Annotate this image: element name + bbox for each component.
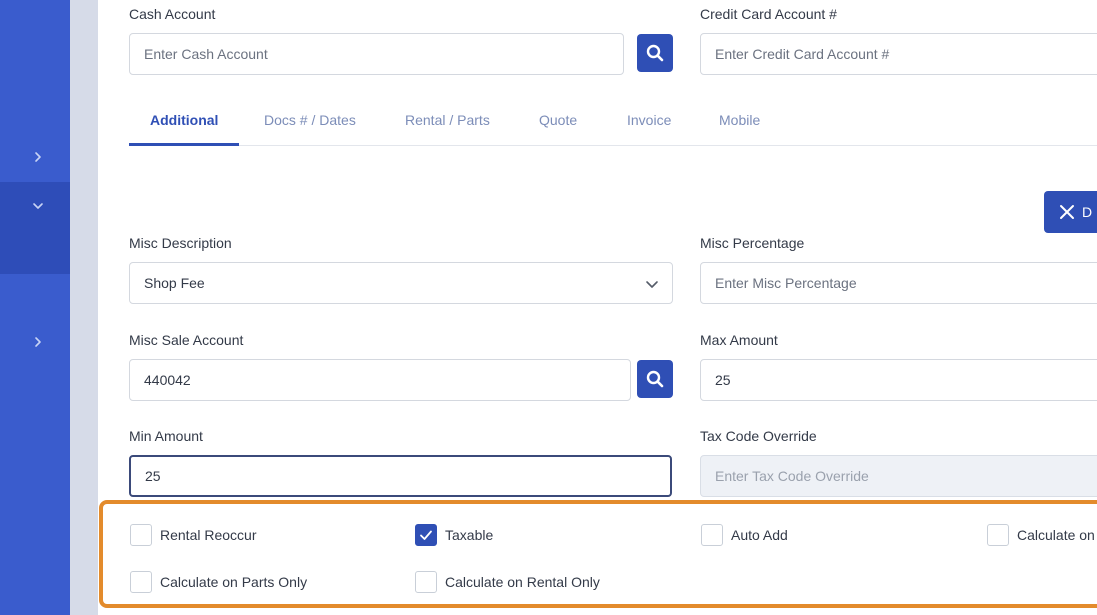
- checkbox-box[interactable]: [130, 524, 152, 546]
- check-icon: [420, 530, 432, 540]
- auto-add-checkbox[interactable]: Auto Add: [701, 524, 788, 546]
- misc-sale-account-input[interactable]: 440042: [129, 359, 631, 401]
- misc-percentage-label: Misc Percentage: [700, 235, 805, 251]
- checkbox-box[interactable]: [415, 571, 437, 593]
- calculate-on-checkbox[interactable]: Calculate on: [987, 524, 1095, 546]
- tab-docs-dates[interactable]: Docs # / Dates: [264, 112, 356, 128]
- sidebar-active-section: [0, 182, 70, 274]
- checkbox-box[interactable]: [130, 571, 152, 593]
- tab-invoice[interactable]: Invoice: [627, 112, 671, 128]
- chevron-right-icon[interactable]: [31, 335, 45, 349]
- rental-reoccur-checkbox[interactable]: Rental Reoccur: [130, 524, 257, 546]
- tab-quote[interactable]: Quote: [539, 112, 577, 128]
- cash-account-label: Cash Account: [129, 6, 216, 22]
- chevron-down-icon[interactable]: [31, 199, 45, 213]
- calculate-on-rental-only-label: Calculate on Rental Only: [445, 574, 600, 590]
- content-gutter: [70, 0, 98, 615]
- delete-button-label: D: [1082, 204, 1093, 220]
- credit-card-account-label: Credit Card Account #: [700, 6, 837, 22]
- calculate-on-rental-only-checkbox[interactable]: Calculate on Rental Only: [415, 571, 600, 593]
- options-checkbox-panel: Rental Reoccur Taxable Auto Add Calculat…: [99, 500, 1097, 608]
- misc-sale-account-search-button[interactable]: [637, 360, 673, 398]
- cash-account-input[interactable]: Enter Cash Account: [129, 33, 624, 75]
- calculate-on-parts-only-checkbox[interactable]: Calculate on Parts Only: [130, 571, 307, 593]
- misc-description-select[interactable]: Shop Fee: [129, 262, 673, 304]
- close-icon: [1060, 205, 1074, 219]
- rental-reoccur-label: Rental Reoccur: [160, 527, 257, 543]
- taxable-checkbox[interactable]: Taxable: [415, 524, 493, 546]
- misc-sale-account-label: Misc Sale Account: [129, 332, 244, 348]
- auto-add-label: Auto Add: [731, 527, 788, 543]
- checkbox-box[interactable]: [701, 524, 723, 546]
- taxable-label: Taxable: [445, 527, 494, 543]
- max-amount-label: Max Amount: [700, 332, 778, 348]
- cash-account-search-button[interactable]: [637, 34, 673, 72]
- tax-code-override-input[interactable]: Enter Tax Code Override: [700, 455, 1097, 497]
- checkbox-box[interactable]: [987, 524, 1009, 546]
- sidebar: [0, 0, 70, 615]
- credit-card-account-input[interactable]: Enter Credit Card Account #: [700, 33, 1097, 75]
- chevron-right-icon[interactable]: [31, 150, 45, 164]
- tab-mobile[interactable]: Mobile: [719, 112, 760, 128]
- tax-code-override-label: Tax Code Override: [700, 428, 817, 444]
- search-icon: [646, 44, 664, 62]
- misc-description-label: Misc Description: [129, 235, 232, 251]
- misc-percentage-input[interactable]: Enter Misc Percentage: [700, 262, 1097, 304]
- search-icon: [646, 370, 664, 388]
- tab-additional[interactable]: Additional: [150, 112, 218, 128]
- tab-rental-parts[interactable]: Rental / Parts: [405, 112, 490, 128]
- max-amount-input[interactable]: 25: [700, 359, 1097, 401]
- checkbox-box[interactable]: [415, 524, 437, 546]
- tab-bar: Additional Docs # / Dates Rental / Parts…: [129, 102, 1097, 146]
- misc-description-value: Shop Fee: [144, 275, 205, 291]
- form-panel: Cash Account Enter Cash Account Credit C…: [98, 0, 1097, 615]
- calculate-on-parts-only-label: Calculate on Parts Only: [160, 574, 308, 590]
- delete-button[interactable]: D: [1044, 191, 1097, 233]
- min-amount-label: Min Amount: [129, 428, 203, 444]
- active-tab-indicator: [129, 143, 239, 146]
- min-amount-input[interactable]: 25: [129, 455, 672, 497]
- calculate-on-label: Calculate on: [1017, 527, 1095, 543]
- chevron-down-icon: [646, 281, 658, 288]
